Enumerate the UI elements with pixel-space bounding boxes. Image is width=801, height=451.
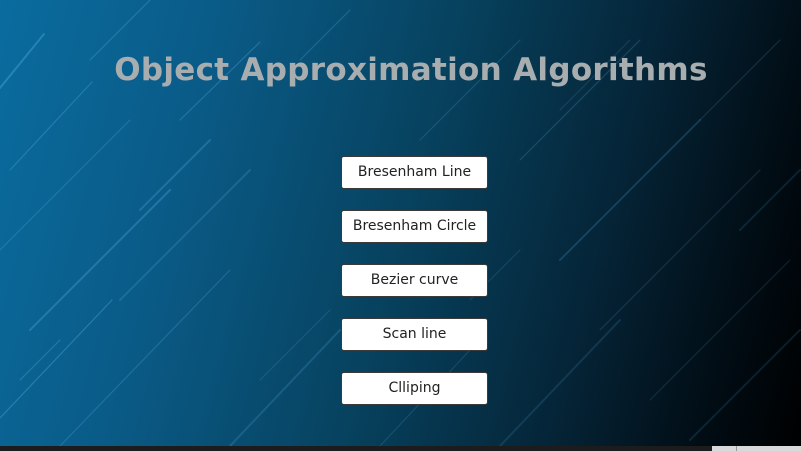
taskbar-divider bbox=[736, 446, 737, 451]
light-streak bbox=[599, 169, 761, 331]
light-streak bbox=[59, 269, 231, 446]
light-streak bbox=[229, 329, 341, 446]
bezier-curve-button[interactable]: Bezier curve bbox=[341, 264, 488, 297]
light-streak bbox=[0, 119, 131, 251]
main-window: Object Approximation Algorithms Bresenha… bbox=[0, 0, 801, 451]
clipping-button[interactable]: Clliping bbox=[341, 372, 488, 405]
bresenham-circle-button[interactable]: Bresenham Circle bbox=[341, 210, 488, 243]
light-streak bbox=[559, 119, 701, 261]
light-streak bbox=[29, 189, 171, 331]
light-streak bbox=[9, 81, 93, 171]
light-streak bbox=[739, 169, 801, 231]
taskbar-tray bbox=[712, 446, 801, 451]
light-streak bbox=[499, 319, 621, 446]
page-title: Object Approximation Algorithms bbox=[114, 52, 708, 88]
taskbar bbox=[0, 446, 801, 451]
light-streak bbox=[689, 329, 801, 441]
light-streak bbox=[649, 259, 791, 401]
bresenham-line-button[interactable]: Bresenham Line bbox=[341, 156, 488, 189]
light-streak bbox=[259, 309, 331, 381]
scan-line-button[interactable]: Scan line bbox=[341, 318, 488, 351]
light-streak bbox=[119, 169, 251, 301]
light-streak bbox=[19, 339, 61, 381]
light-streak bbox=[139, 139, 211, 211]
light-streak bbox=[0, 299, 113, 419]
light-streak bbox=[89, 0, 151, 61]
